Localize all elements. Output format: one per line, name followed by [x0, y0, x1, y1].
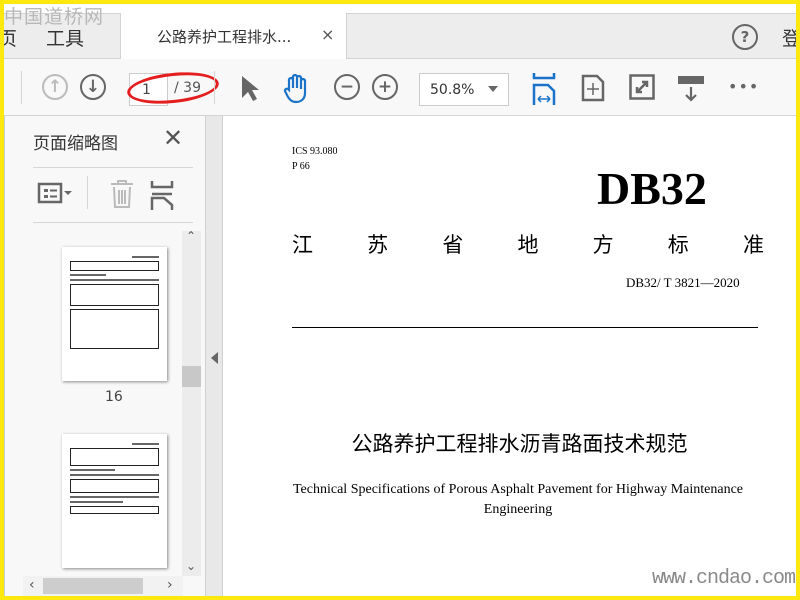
- heading-char: 标: [667, 233, 689, 257]
- full-screen-icon[interactable]: [629, 74, 655, 100]
- scroll-down-icon[interactable]: ⌄: [186, 559, 196, 573]
- arrow-up-icon[interactable]: ↑: [42, 74, 68, 100]
- insert-page-icon[interactable]: [150, 181, 176, 211]
- heading-char: 苏: [367, 233, 389, 257]
- tab-document[interactable]: 公路养护工程排水... ×: [120, 13, 347, 59]
- thumb-line: [70, 496, 159, 498]
- page-thumbnail-17[interactable]: [62, 434, 167, 568]
- p-code: P 66: [292, 161, 310, 172]
- collapse-panel-icon[interactable]: [211, 352, 218, 364]
- horizontal-scrollbar[interactable]: ‹ ›: [23, 576, 183, 596]
- page-total: / 39: [174, 80, 201, 96]
- scrollbar-thumb[interactable]: [43, 578, 143, 594]
- toolbar: ↑ ↓ 1 / 39 − + 50.8% •••: [4, 59, 796, 116]
- divider: [214, 71, 215, 104]
- delete-icon[interactable]: [109, 179, 135, 209]
- page-thumbnail-16[interactable]: [62, 247, 167, 381]
- page-thumbnail-label: 16: [105, 389, 123, 405]
- thumb-line: [70, 501, 124, 503]
- thumb-line: [70, 274, 106, 276]
- zoom-out-icon[interactable]: −: [334, 74, 360, 100]
- divider: [87, 176, 88, 209]
- chevron-down-icon: [488, 86, 498, 92]
- zoom-value: 50.8%: [430, 82, 475, 98]
- more-icon[interactable]: •••: [728, 73, 759, 101]
- thumb-table: [70, 479, 159, 493]
- panel-title: 页面缩略图: [33, 134, 118, 154]
- heading-char: 准: [742, 233, 764, 257]
- top-strip: [4, 4, 796, 13]
- standard-number: DB32/ T 3821—2020: [626, 275, 740, 290]
- document-title-en: Technical Specifications of Porous Aspha…: [292, 482, 743, 517]
- heading-char: 江: [292, 233, 313, 257]
- thumb-table: [70, 284, 159, 306]
- scroll-left-icon[interactable]: ‹: [29, 577, 35, 593]
- page-number-input[interactable]: 1: [129, 73, 168, 106]
- thumb-line: [70, 279, 159, 281]
- thumb-line: [132, 256, 159, 258]
- heading-char: 地: [517, 233, 539, 257]
- scroll-up-icon[interactable]: ⌃: [186, 229, 196, 243]
- thumb-table: [70, 261, 159, 271]
- scroll-mode-icon[interactable]: [677, 75, 705, 103]
- login-button[interactable]: 登: [782, 24, 796, 51]
- thumb-table: [70, 309, 159, 349]
- heading-char: 省: [442, 233, 464, 257]
- vertical-scrollbar[interactable]: ⌃ ⌄: [182, 229, 201, 576]
- hand-tool-icon[interactable]: [283, 72, 311, 104]
- standard-prefix: DB32: [597, 163, 707, 214]
- thumbnail-options-icon[interactable]: [37, 181, 77, 205]
- thumb-line: [132, 443, 159, 445]
- divider: [33, 222, 193, 223]
- divider: [292, 327, 758, 328]
- zoom-in-icon[interactable]: +: [372, 74, 398, 100]
- province-standard-heading: 江 苏 省 地 方 标 准: [292, 229, 764, 259]
- thumbnails-panel: 页面缩略图 ✕ 16 ⌃ ⌄ ‹ ›: [4, 116, 205, 596]
- tab-label: 公路养护工程排水...: [157, 28, 292, 46]
- arrow-down-icon[interactable]: ↓: [80, 74, 106, 100]
- divider: [21, 71, 22, 104]
- document-page: ICS 93.080 P 66 DB32 江 苏 省 地 方 标 准 DB32/…: [223, 116, 796, 596]
- thumb-table: [70, 506, 159, 514]
- tab-bar: 页 工具 公路养护工程排水... × ? 登: [4, 13, 796, 59]
- close-icon[interactable]: ✕: [163, 124, 183, 152]
- fit-width-icon[interactable]: [532, 73, 556, 105]
- pdf-viewer-window: 中国道桥网 页 工具 公路养护工程排水... × ? 登 ↑ ↓ 1 / 39 …: [4, 4, 796, 596]
- tab-close-icon[interactable]: ×: [321, 25, 334, 44]
- fit-page-icon[interactable]: [581, 74, 605, 102]
- heading-char: 方: [592, 233, 614, 257]
- scrollbar-thumb[interactable]: [182, 366, 201, 387]
- thumb-table: [70, 448, 159, 466]
- scroll-right-icon[interactable]: ›: [167, 577, 173, 593]
- watermark-logo: 中国道桥网: [4, 6, 105, 28]
- watermark-url: www.cndao.com: [652, 567, 796, 590]
- ics-code: ICS 93.080: [292, 146, 338, 157]
- thumb-line: [70, 474, 159, 476]
- select-pointer-icon[interactable]: [240, 74, 260, 102]
- thumb-line: [70, 469, 115, 471]
- panel-splitter[interactable]: [205, 116, 223, 596]
- divider: [33, 167, 193, 168]
- help-icon[interactable]: ?: [732, 24, 758, 50]
- zoom-select[interactable]: 50.8%: [419, 73, 509, 106]
- document-title-cn: 公路养护工程排水沥青路面技术规范: [351, 432, 688, 456]
